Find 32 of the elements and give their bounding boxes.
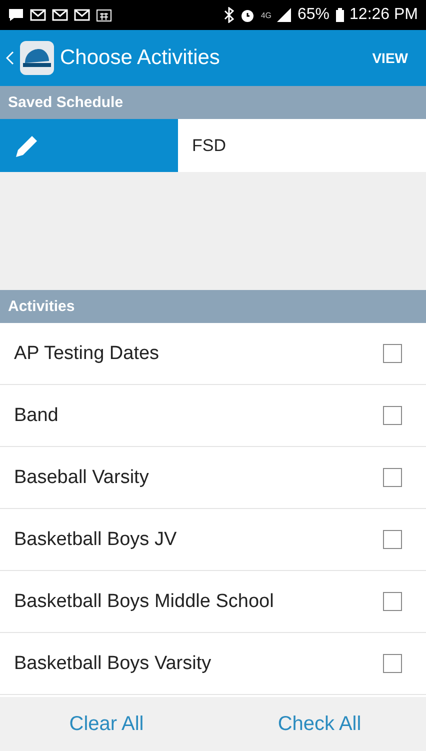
checkbox[interactable] (383, 530, 402, 549)
mail-icon (30, 8, 46, 22)
activity-label: Basketball Boys Middle School (14, 590, 274, 612)
battery-percent: 65% (297, 6, 330, 24)
mail-icon (74, 8, 90, 22)
checkbox[interactable] (383, 344, 402, 363)
checkbox[interactable] (383, 468, 402, 487)
calendar-icon (96, 8, 112, 22)
bluetooth-icon (224, 7, 234, 23)
app-logo-icon (20, 41, 54, 75)
alarm-clock-icon (240, 8, 255, 22)
section-header: Saved Schedule (0, 86, 426, 119)
clock-time: 12:26 PM (350, 6, 418, 24)
clear-all-button[interactable]: Clear All (0, 697, 213, 751)
signal-icon (277, 8, 292, 22)
check-all-button[interactable]: Check All (213, 697, 426, 751)
chat-icon (8, 8, 24, 22)
screen-title: Choose Activities (60, 46, 221, 70)
back-icon[interactable] (6, 51, 14, 65)
checkbox[interactable] (383, 406, 402, 425)
checkbox[interactable] (383, 592, 402, 611)
battery-icon (336, 8, 344, 22)
section-header: Activities (0, 290, 426, 323)
network-label: 4G (260, 10, 272, 20)
activity-label: AP Testing Dates (14, 342, 160, 364)
view-button[interactable]: VIEW (368, 46, 412, 70)
activity-label: Basketball Boys JV (14, 528, 177, 550)
activity-label: Basketball Boys Varsity (14, 652, 212, 674)
mail-icon (52, 8, 68, 22)
activity-label: Baseball Varsity (14, 466, 149, 488)
checkbox[interactable] (383, 654, 402, 673)
activity-label: Band (14, 404, 58, 426)
